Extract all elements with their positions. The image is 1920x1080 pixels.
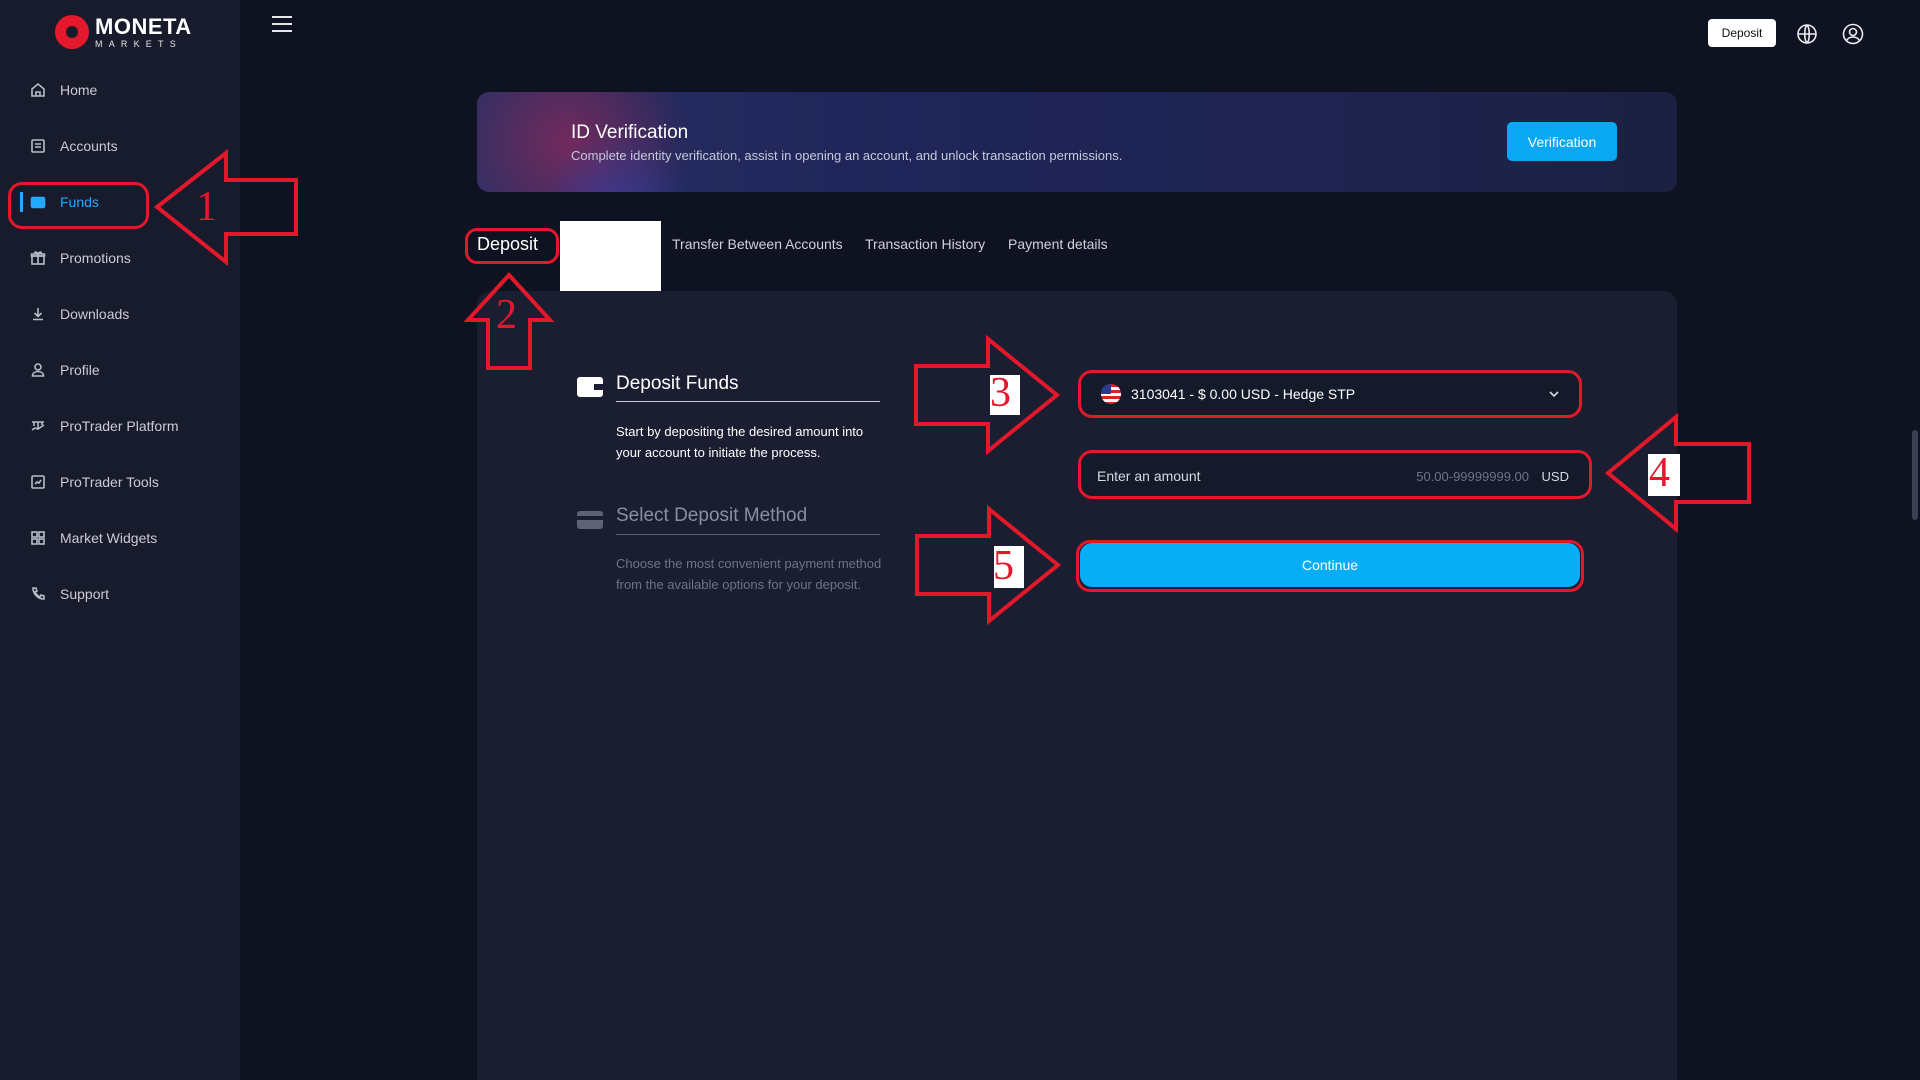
sidebar-item-label: Market Widgets: [60, 530, 158, 546]
step-deposit-funds-title: Deposit Funds: [616, 373, 739, 394]
annotation-number-2: 2: [496, 292, 517, 338]
brand-name: MONETA: [95, 13, 192, 39]
step-select-deposit-method-title: Select Deposit Method: [616, 505, 808, 526]
download-icon: [28, 304, 48, 324]
annotation-arrow-3: [914, 334, 1061, 456]
gift-icon: [28, 248, 48, 268]
annotation-number-5: 5: [993, 543, 1014, 589]
annotation-number-3: 3: [990, 370, 1011, 416]
chevron-down-icon: [1547, 387, 1561, 401]
user-icon: [28, 360, 48, 380]
us-flag-icon: [1101, 384, 1121, 404]
step-deposit-funds-description: Start by depositing the desired amount i…: [616, 424, 864, 460]
account-select-value: 3103041 - $ 0.00 USD - Hedge STP: [1131, 386, 1356, 402]
user-avatar-icon[interactable]: [1841, 22, 1865, 46]
card-icon: [576, 508, 604, 532]
id-verification-banner: ID Verification Complete identity verifi…: [477, 92, 1677, 192]
brand-logo[interactable]: MONETA MARKETS: [55, 14, 192, 50]
sidebar-item-label: Profile: [60, 362, 100, 378]
home-icon: [28, 80, 48, 100]
header-deposit-button[interactable]: Deposit: [1708, 19, 1776, 47]
annotation-highlight-deposit-tab: [465, 228, 559, 264]
banner-title: ID Verification: [571, 122, 689, 143]
sidebar-item-profile[interactable]: Profile: [0, 350, 240, 390]
account-select[interactable]: 3103041 - $ 0.00 USD - Hedge STP: [1078, 370, 1582, 418]
sidebar-item-label: ProTrader Tools: [60, 474, 159, 490]
amount-range-placeholder: 50.00-99999999.00: [1416, 469, 1529, 484]
annotation-arrow-5: [915, 504, 1062, 626]
sidebar-item-label: Accounts: [60, 138, 118, 154]
continue-button[interactable]: Continue: [1080, 543, 1580, 587]
sidebar-item-protrader-platform[interactable]: ProTrader Platform: [0, 406, 240, 446]
tab-transaction-history[interactable]: Transaction History: [865, 236, 985, 252]
logo-mark-icon: [55, 15, 89, 49]
annotation-highlight-funds: [8, 182, 149, 229]
sidebar-item-label: Promotions: [60, 250, 131, 266]
sidebar-item-label: ProTrader Platform: [60, 418, 179, 434]
menu-toggle-button[interactable]: [272, 16, 292, 34]
annotation-arrow-1: [153, 148, 298, 267]
amount-currency: USD: [1541, 469, 1569, 484]
verification-button[interactable]: Verification: [1507, 122, 1617, 161]
tab-transfer-between-accounts[interactable]: Transfer Between Accounts: [672, 236, 843, 252]
sidebar-item-downloads[interactable]: Downloads: [0, 294, 240, 334]
platform-icon: [28, 416, 48, 436]
step-divider: [616, 401, 880, 402]
sidebar-item-protrader-tools[interactable]: ProTrader Tools: [0, 462, 240, 502]
annotation-number-1: 1: [196, 184, 217, 230]
amount-label: Enter an amount: [1097, 468, 1201, 484]
accounts-icon: [28, 136, 48, 156]
scrollbar-track[interactable]: [1904, 0, 1920, 1080]
sidebar-item-label: Downloads: [60, 306, 130, 322]
globe-icon[interactable]: [1795, 22, 1819, 46]
brand-sub: MARKETS: [95, 38, 182, 49]
sidebar-item-support[interactable]: Support: [0, 574, 240, 614]
amount-input[interactable]: Enter an amount 50.00-99999999.00 USD: [1078, 450, 1592, 499]
annotation-number-4: 4: [1649, 450, 1670, 496]
banner-description: Complete identity verification, assist i…: [571, 148, 1123, 163]
tab-payment-details[interactable]: Payment details: [1008, 236, 1108, 252]
scrollbar-thumb[interactable]: [1912, 430, 1918, 520]
sidebar-item-label: Home: [60, 82, 98, 98]
sidebar-item-home[interactable]: Home: [0, 70, 240, 110]
step-select-deposit-method-description: Choose the most convenient payment metho…: [616, 556, 882, 592]
hamburger-icon: [272, 16, 292, 18]
widgets-icon: [28, 528, 48, 548]
chart-icon: [28, 472, 48, 492]
step-divider: [616, 534, 880, 535]
sidebar-item-market-widgets[interactable]: Market Widgets: [0, 518, 240, 558]
phone-icon: [28, 584, 48, 604]
sidebar-item-label: Support: [60, 586, 110, 602]
wallet-icon: [576, 374, 604, 398]
